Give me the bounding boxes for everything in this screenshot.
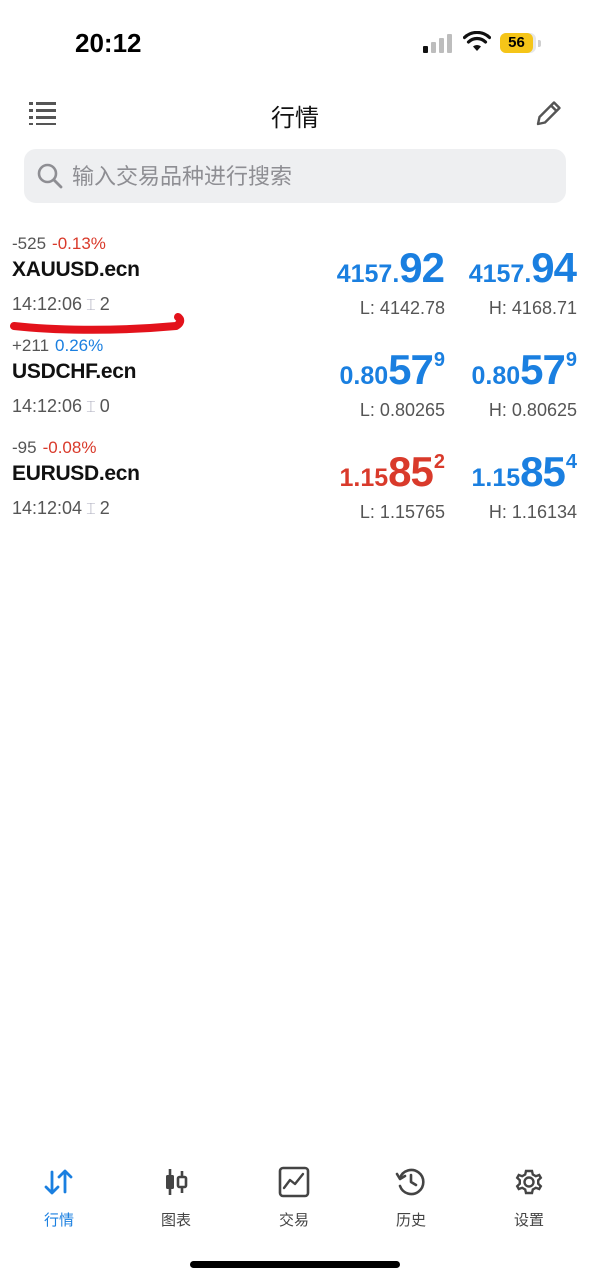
ask-price[interactable]: 1.15 85 4 [471, 448, 577, 496]
tab-trade[interactable]: 交易 [249, 1160, 339, 1230]
spread-value: 0 [99, 396, 110, 416]
ask-price-big: 85 [520, 448, 566, 495]
search-bar[interactable] [24, 149, 566, 205]
tab-label: 历史 [395, 1212, 426, 1229]
spread-value: 2 [99, 498, 110, 518]
bid-price-pip: 9 [433, 349, 445, 371]
spread-icon: ⌶ [86, 399, 96, 416]
bid-price-big: 92 [399, 244, 445, 291]
tab-label: 图表 [160, 1212, 191, 1229]
high-price: H: 4168.71 [488, 298, 577, 318]
page-title: 行情 [271, 105, 319, 132]
ask-price-prefix: 0.80 [471, 362, 521, 390]
high-price: H: 1.16134 [488, 502, 577, 522]
bid-price-big: 57 [388, 346, 434, 393]
quote-time: 14:12:06 [12, 396, 83, 416]
change-points: -525 [12, 234, 47, 253]
low-price: L: 1.15765 [359, 502, 445, 522]
bid-price-big: 85 [388, 448, 434, 495]
bid-price-prefix: 0.80 [339, 362, 389, 390]
app-header: 行情 [0, 90, 590, 140]
chart-icon [166, 1169, 188, 1195]
symbol-name: XAUUSD.ecn [12, 258, 140, 281]
battery-level: 56 [508, 34, 525, 51]
tab-chart[interactable]: 图表 [131, 1160, 221, 1230]
ask-price-prefix: 4157. [468, 260, 532, 288]
bid-price[interactable]: 1.15 85 2 [339, 448, 445, 496]
high-price: H: 0.80625 [488, 400, 577, 420]
red-underline-mark [10, 313, 185, 334]
daily-change: -525 -0.13% [12, 234, 106, 254]
ask-price[interactable]: 0.80 57 9 [471, 346, 577, 394]
search-icon [37, 163, 63, 189]
change-percent: -0.13% [52, 234, 106, 253]
quotes-icon [44, 1169, 73, 1195]
low-price: L: 0.80265 [359, 400, 445, 420]
tab-label: 设置 [513, 1212, 544, 1229]
bid-price[interactable]: 4157. 92 [337, 244, 445, 292]
home-indicator [190, 1261, 400, 1268]
symbol-name: USDCHF.ecn [12, 360, 137, 383]
quote-row[interactable]: -95 -0.08% EURUSD.ecn 14:12:04 ⌶ 2 1.15 85 2 … [0, 438, 590, 540]
wifi-icon [463, 31, 491, 51]
ask-price-prefix: 1.15 [471, 464, 521, 492]
tab-label: 行情 [43, 1212, 74, 1229]
tab-settings[interactable]: 设置 [484, 1160, 574, 1230]
daily-change: -95 -0.08% [12, 438, 96, 458]
ask-price-big: 57 [520, 346, 566, 393]
bid-price-prefix: 1.15 [339, 464, 389, 492]
tab-history[interactable]: 历史 [366, 1160, 456, 1230]
tab-label: 交易 [278, 1212, 309, 1229]
symbol-name: EURUSD.ecn [12, 462, 140, 485]
tab-quotes[interactable]: 行情 [14, 1160, 104, 1230]
quote-meta: 14:12:06 ⌶ 0 [12, 396, 110, 417]
history-icon [395, 1168, 425, 1196]
bid-price-prefix: 4157. [336, 260, 400, 288]
quote-meta: 14:12:04 ⌶ 2 [12, 498, 110, 519]
spread-icon: ⌶ [86, 501, 96, 518]
quote-row[interactable]: +211 0.26% USDCHF.ecn 14:12:06 ⌶ 0 0.80 57 9 … [0, 336, 590, 438]
edit-pencil-icon[interactable] [534, 98, 564, 128]
battery-icon: 56 [500, 33, 541, 53]
change-points: -95 [12, 438, 37, 457]
search-input[interactable] [70, 149, 554, 205]
ask-price-pip: 9 [565, 349, 577, 371]
bottom-tab-bar: 行情 图表 交易 历史 设置 [0, 1160, 590, 1230]
settings-icon [515, 1169, 543, 1195]
low-price: L: 4142.78 [359, 298, 445, 318]
ask-price-big: 94 [531, 244, 577, 291]
change-percent: -0.08% [42, 438, 97, 457]
status-bar: 20:12 56 [0, 0, 590, 90]
bid-price-pip: 2 [433, 451, 445, 473]
status-time: 20:12 [75, 28, 142, 58]
bid-price[interactable]: 0.80 57 9 [339, 346, 445, 394]
trade-icon [278, 1166, 310, 1198]
cellular-signal-icon [423, 33, 455, 53]
ask-price-pip: 4 [565, 451, 577, 473]
ask-price[interactable]: 4157. 94 [469, 244, 577, 292]
quote-time: 14:12:04 [12, 498, 83, 518]
